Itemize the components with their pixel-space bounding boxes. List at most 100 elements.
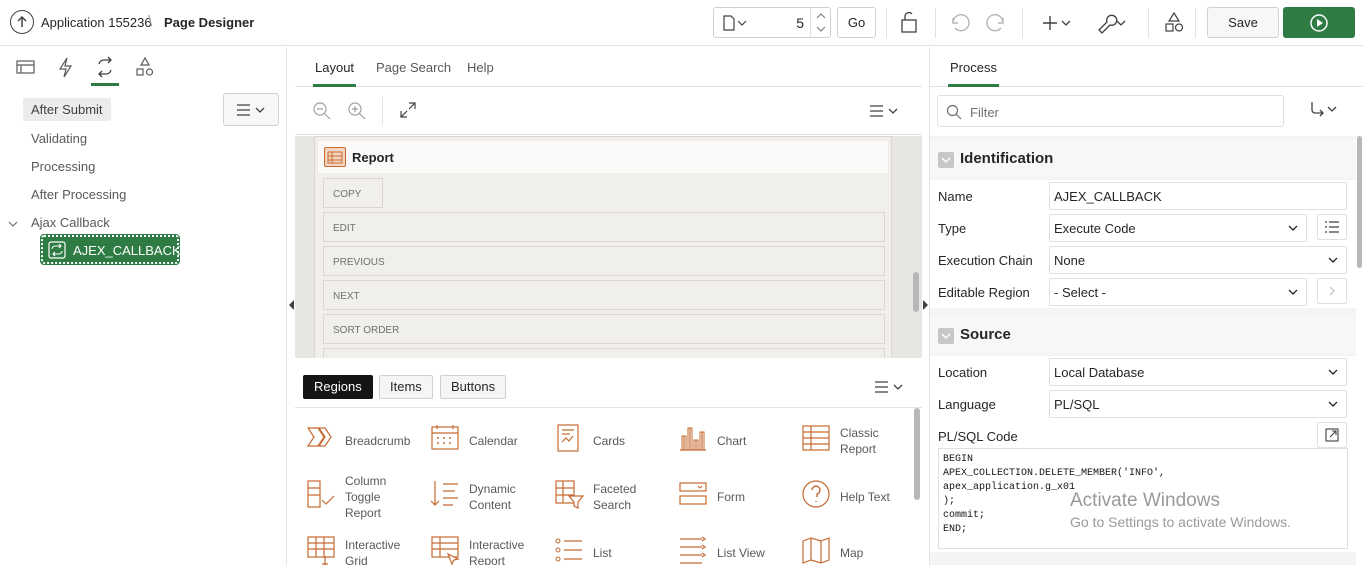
- gallery-item-interactive-grid[interactable]: Interactive Grid: [297, 528, 417, 565]
- arrow-up-icon[interactable]: [10, 10, 34, 34]
- tab-process[interactable]: Process: [948, 60, 999, 87]
- tab-processing[interactable]: [91, 56, 119, 86]
- button-slot[interactable]: EDIT: [323, 212, 885, 242]
- button-slot[interactable]: NEXT: [323, 280, 885, 310]
- page-selector[interactable]: 5: [713, 7, 831, 38]
- gallery-item-cards[interactable]: Cards: [545, 416, 665, 466]
- property-name: Name AJEX_CALLBACK: [930, 180, 1356, 212]
- gallery-item-chart[interactable]: Chart: [669, 416, 789, 466]
- save-button[interactable]: Save: [1207, 7, 1279, 38]
- gallery-item-label: Breadcrumb: [345, 434, 411, 448]
- gallery-item-faceted-search[interactable]: Faceted Search: [545, 472, 665, 522]
- chevron-down-icon: [1328, 369, 1338, 375]
- gallery-item-label: Calendar: [469, 434, 518, 448]
- language-select[interactable]: PL/SQL: [1049, 390, 1347, 418]
- region-title: Report: [352, 150, 394, 165]
- utilities-wrench-icon[interactable]: [1095, 10, 1129, 36]
- chevron-down-icon: [1328, 257, 1338, 263]
- tab-regions[interactable]: Regions: [303, 375, 373, 399]
- expand-code-editor-button[interactable]: [1317, 422, 1347, 448]
- group-title: Identification: [960, 150, 1054, 167]
- type-select[interactable]: Execute Code: [1049, 214, 1307, 242]
- gallery-item-interactive-report[interactable]: Interactive Report: [421, 528, 541, 565]
- lock-page-icon[interactable]: [897, 10, 923, 36]
- gallery-item-column-toggle-report[interactable]: Column Toggle Report: [297, 472, 417, 522]
- zoom-out-icon[interactable]: [312, 101, 332, 121]
- toolbar-divider: [935, 8, 936, 38]
- create-menu-icon[interactable]: [1040, 10, 1074, 36]
- gallery-item-dynamic-content[interactable]: Dynamic Content: [421, 472, 541, 522]
- collapse-icon[interactable]: [938, 328, 954, 344]
- location-select[interactable]: Local Database: [1049, 358, 1347, 386]
- tab-layout[interactable]: Layout: [312, 60, 357, 87]
- property-label: Language: [938, 397, 996, 412]
- gallery-item-breadcrumb[interactable]: Breadcrumb: [297, 416, 417, 466]
- editable-region-select[interactable]: - Select -: [1049, 278, 1307, 306]
- gallery-item-calendar[interactable]: Calendar: [421, 416, 541, 466]
- layout-menu-icon[interactable]: [870, 105, 900, 117]
- region-header[interactable]: Report: [318, 141, 888, 173]
- tab-rendering[interactable]: [15, 56, 37, 78]
- group-source[interactable]: Source: [930, 316, 1356, 354]
- gallery-item-form[interactable]: Form: [669, 472, 789, 522]
- chevron-down-icon[interactable]: [8, 220, 18, 228]
- execution-chain-select[interactable]: None: [1049, 246, 1347, 274]
- gallery-item-list-view[interactable]: List View: [669, 528, 789, 565]
- tree-node-after-submit[interactable]: After Submit: [23, 98, 111, 121]
- tree-node-after-processing[interactable]: After Processing: [31, 187, 126, 202]
- undo-icon[interactable]: [947, 10, 973, 36]
- gallery-item-help-text[interactable]: Help Text: [792, 472, 910, 522]
- goto-group-icon[interactable]: [1306, 99, 1340, 119]
- tree-menu-button[interactable]: [223, 93, 279, 126]
- right-splitter-handle[interactable]: [923, 300, 928, 310]
- expand-icon[interactable]: [399, 101, 417, 119]
- region-report[interactable]: Report COPY EDIT PREVIOUS NEXT SORT ORDE…: [314, 136, 892, 358]
- page-number-input[interactable]: 5: [774, 15, 804, 31]
- tab-items[interactable]: Items: [379, 375, 433, 399]
- zoom-in-icon[interactable]: [347, 101, 367, 121]
- page-icon[interactable]: [722, 15, 748, 31]
- go-button[interactable]: Go: [837, 7, 876, 38]
- tree-node-ajax-process[interactable]: AJEX_CALLBACK: [40, 234, 181, 265]
- button-slot[interactable]: SORT ORDER: [323, 314, 885, 344]
- go-to-region-button[interactable]: [1317, 278, 1347, 304]
- tree-node-validating[interactable]: Validating: [31, 131, 87, 146]
- classic-report-icon: [800, 422, 832, 454]
- shared-components-icon[interactable]: [1162, 10, 1188, 36]
- gallery-scrollbar[interactable]: [914, 408, 920, 500]
- tree-node-processing[interactable]: Processing: [31, 159, 95, 174]
- name-field[interactable]: AJEX_CALLBACK: [1049, 182, 1347, 210]
- gallery-item-classic-report[interactable]: Classic Report: [792, 416, 910, 466]
- tab-dynamic-actions[interactable]: [55, 56, 77, 78]
- redo-icon[interactable]: [983, 10, 1009, 36]
- tab-help[interactable]: Help: [467, 60, 494, 75]
- button-slot[interactable]: [323, 348, 885, 358]
- plsql-code-editor[interactable]: BEGIN APEX_COLLECTION.DELETE_MEMBER('INF…: [938, 448, 1348, 549]
- tree-node-ajax-callback[interactable]: Ajax Callback: [31, 215, 110, 230]
- collapse-icon[interactable]: [938, 152, 954, 168]
- select-value: Local Database: [1054, 365, 1145, 380]
- button-slot[interactable]: PREVIOUS: [323, 246, 885, 276]
- gallery-item-label: Interactive Grid: [345, 538, 401, 565]
- button-slot[interactable]: COPY: [323, 178, 383, 208]
- expand-icon: [1325, 428, 1339, 442]
- filter-input[interactable]: [970, 102, 1270, 122]
- gallery-item-list[interactable]: List: [545, 528, 665, 565]
- tab-shared-components[interactable]: [134, 56, 156, 78]
- chart-icon: [677, 422, 709, 454]
- tab-page-search[interactable]: Page Search: [376, 60, 451, 75]
- tab-buttons[interactable]: Buttons: [440, 375, 507, 399]
- gallery-item-label: Classic Report: [840, 426, 879, 456]
- canvas-scrollbar[interactable]: [913, 272, 919, 312]
- gallery-item-map[interactable]: Map: [792, 528, 910, 565]
- page-stepper[interactable]: [810, 8, 831, 37]
- group-identification[interactable]: Identification: [930, 140, 1356, 178]
- run-page-button[interactable]: [1283, 7, 1355, 38]
- application-link[interactable]: Application 155236: [41, 15, 152, 30]
- filter-field[interactable]: [937, 95, 1284, 127]
- chevron-down-icon: [1328, 401, 1338, 407]
- property-scrollbar[interactable]: [1357, 136, 1362, 268]
- list-details-button[interactable]: [1317, 214, 1347, 240]
- left-splitter-handle[interactable]: [289, 300, 294, 310]
- gallery-menu-icon[interactable]: [875, 381, 905, 393]
